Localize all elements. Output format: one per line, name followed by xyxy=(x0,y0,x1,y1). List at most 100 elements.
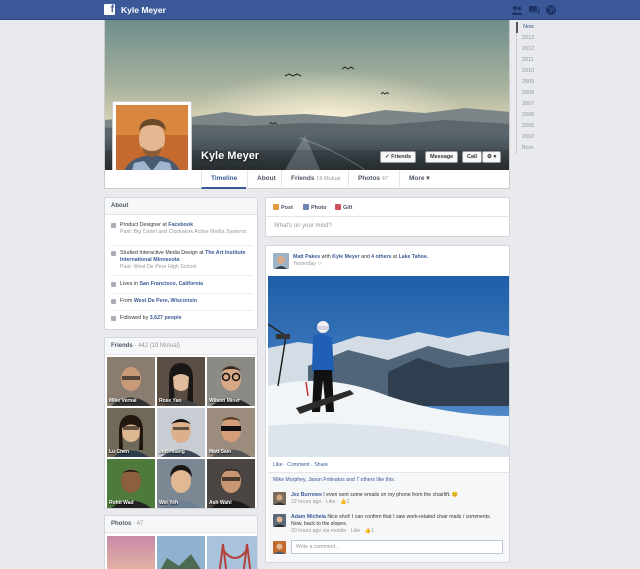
about-followers: Followed by 3,627 people xyxy=(111,315,253,325)
comment-text: Adam Michela Nice shot! I can confirm th… xyxy=(291,514,503,527)
scrubber-year[interactable]: 2002 xyxy=(516,132,556,143)
friend-name: Lu Chen xyxy=(109,449,129,455)
publisher-photo-option[interactable]: Photo xyxy=(303,204,327,211)
gift-icon xyxy=(335,204,341,210)
friends-count: · 442 (19 Mutual) xyxy=(132,343,181,349)
comment-author[interactable]: Adam Michela xyxy=(291,514,326,520)
about-heading: About xyxy=(105,198,257,215)
scrubber-year[interactable]: 2007 xyxy=(516,99,556,110)
about-from-label: From xyxy=(120,298,134,304)
comment-author[interactable]: Jez Burrows xyxy=(291,492,322,498)
tab-photos[interactable]: Photos 47 xyxy=(348,170,397,189)
friend-tile[interactable]: Jeff Huang xyxy=(157,408,205,457)
scrubber-year[interactable]: 2012 xyxy=(516,44,556,55)
publisher-post-option[interactable]: Post xyxy=(273,204,293,211)
profile-photo-avatar xyxy=(116,105,188,177)
friend-tile[interactable]: Matt Sain xyxy=(207,408,255,457)
tab-friends-label: Friends xyxy=(291,175,315,182)
author-avatar[interactable] xyxy=(273,253,289,269)
message-button[interactable]: Message xyxy=(425,151,459,163)
publisher-gift-label: Gift xyxy=(343,205,353,211)
scrubber-year[interactable]: 2006 xyxy=(516,110,556,121)
comment-meta[interactable]: 20 hours ago via mobile · Like · 👍1 xyxy=(291,528,374,535)
about-education-label: Studied Interactive Media Design at xyxy=(120,250,206,256)
publisher-gift-option[interactable]: Gift xyxy=(335,204,352,211)
friend-tile[interactable]: Ash Wahl xyxy=(207,459,255,508)
friend-tile[interactable]: Rose Yao xyxy=(157,357,205,406)
friends-heading[interactable]: Friends · 442 (19 Mutual) xyxy=(105,338,257,355)
commenter-avatar[interactable] xyxy=(273,492,286,505)
scrubber-year[interactable]: Born xyxy=(516,143,556,154)
about-work-link[interactable]: Facebook xyxy=(168,222,193,228)
friend-name: Ash Wahl xyxy=(209,500,232,506)
post-place-link[interactable]: Lake Tahoe. xyxy=(399,254,429,260)
post-actions[interactable]: Like · Comment · Share xyxy=(273,462,328,469)
friend-tile[interactable]: Wilson Miner xyxy=(207,357,255,406)
scrubber-year[interactable]: 2008 xyxy=(516,88,556,99)
briefcase-icon xyxy=(111,223,116,228)
call-button[interactable]: Call xyxy=(462,151,483,163)
tab-friends[interactable]: Friends 19 Mutual xyxy=(281,170,349,189)
photos-count: · 47 xyxy=(131,521,144,527)
comment-input[interactable]: Write a comment... xyxy=(291,540,503,554)
facebook-logo[interactable]: f xyxy=(104,4,115,15)
home-icon xyxy=(111,282,116,287)
settings-dropdown-button[interactable]: ⚙ ▾ xyxy=(482,151,502,163)
about-education-past: Past: West De Pere High School xyxy=(120,264,197,270)
friend-name: Matt Sain xyxy=(209,449,232,455)
tab-friends-count: 19 Mutual xyxy=(316,176,341,182)
camera-icon xyxy=(303,204,309,210)
friend-tile[interactable]: Rohit Wad xyxy=(107,459,155,508)
education-icon xyxy=(111,251,116,256)
friend-name: Wilson Miner xyxy=(209,398,241,404)
friend-name: Mike Vernal xyxy=(109,398,137,404)
tab-photos-label: Photos xyxy=(358,175,381,182)
tab-more[interactable]: More ▾ xyxy=(399,170,439,189)
notifications-globe-icon[interactable] xyxy=(545,4,557,16)
commenter-avatar[interactable] xyxy=(273,514,286,527)
photos-heading[interactable]: Photos · 47 xyxy=(105,516,257,533)
photos-card: Photos · 47 xyxy=(104,515,258,569)
topbar-profile-name[interactable]: Kyle Meyer xyxy=(121,4,166,16)
photos-thumbnails[interactable] xyxy=(107,536,257,569)
messages-icon[interactable] xyxy=(528,4,540,16)
about-education: Studied Interactive Media Design at The … xyxy=(111,250,253,276)
status-input[interactable]: What's on your mind? xyxy=(274,223,332,229)
friends-icon[interactable] xyxy=(511,4,523,16)
post-timestamp[interactable]: Yesterday ⚇ xyxy=(293,261,322,268)
post-at-text: at xyxy=(391,254,399,260)
pencil-icon xyxy=(273,204,279,210)
post-header: Matt Pakes with Kyle Meyer and 4 others … xyxy=(293,254,503,261)
profile-picture[interactable] xyxy=(112,101,192,181)
friends-button[interactable]: ✓ Friends xyxy=(380,151,417,163)
scrubber-year[interactable]: 2010 xyxy=(516,66,556,77)
post-photo[interactable] xyxy=(268,276,509,457)
comment-meta[interactable]: 22 hours ago · Like · 👍2 xyxy=(291,499,349,506)
friend-tile[interactable]: Lu Chen xyxy=(107,408,155,457)
tab-about[interactable]: About xyxy=(247,170,285,189)
about-work-label: Product Designer at xyxy=(120,222,169,228)
scrubber-year[interactable]: Now xyxy=(516,22,556,33)
about-lives-link[interactable]: San Francisco, California xyxy=(139,281,203,287)
friend-tile[interactable]: Wei Yeh xyxy=(157,459,205,508)
about-from-link[interactable]: West De Pere, Wisconsin xyxy=(134,298,197,304)
scrubber-year[interactable]: 2011 xyxy=(516,55,556,66)
scrubber-year[interactable]: 2009 xyxy=(516,77,556,88)
about-followers-label: Followed by xyxy=(120,315,150,321)
scrubber-year[interactable]: 2013 xyxy=(516,33,556,44)
about-followers-link[interactable]: 3,627 people xyxy=(150,315,182,321)
post-others-link[interactable]: 4 others xyxy=(371,254,391,260)
post-tagged-link[interactable]: Kyle Meyer xyxy=(332,254,359,260)
tab-timeline[interactable]: Timeline xyxy=(201,170,247,189)
friend-name: Wei Yeh xyxy=(159,500,178,506)
friend-tile[interactable]: Mike Vernal xyxy=(107,357,155,406)
post-author-link[interactable]: Matt Pakes xyxy=(293,254,320,260)
friends-heading-label: Friends xyxy=(111,343,133,349)
about-lives-label: Lives in xyxy=(120,281,140,287)
post-likes[interactable]: Mike Murphey, Jason Fotinatos and 7 othe… xyxy=(273,477,395,484)
scrubber-year[interactable]: 2005 xyxy=(516,121,556,132)
post-and-text: and xyxy=(359,254,372,260)
publisher-post-label: Post xyxy=(281,205,293,211)
timeline-scrubber: Now 2013 2012 2011 2010 2009 2008 2007 2… xyxy=(516,22,556,154)
about-card: About Product Designer at Facebook Past:… xyxy=(104,197,258,330)
